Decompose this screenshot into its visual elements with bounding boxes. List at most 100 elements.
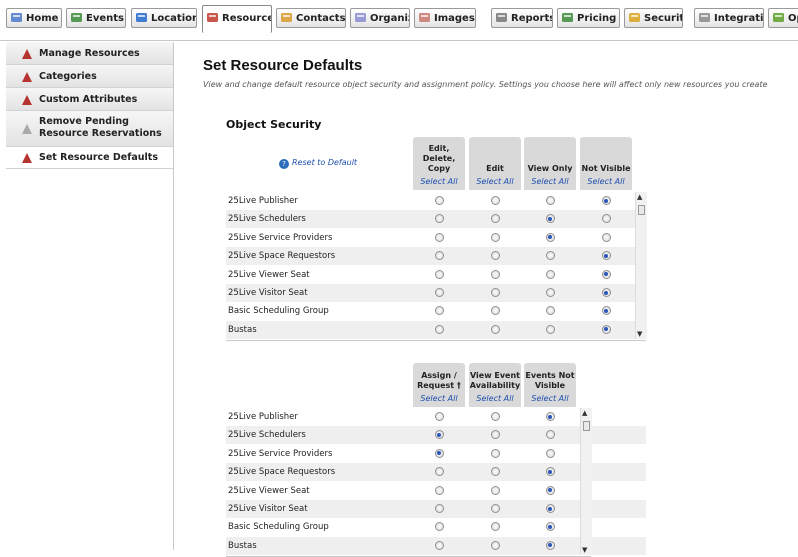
radio-button[interactable] <box>490 448 500 458</box>
radio-button[interactable] <box>490 251 500 261</box>
locations-icon <box>135 11 148 22</box>
radio-button[interactable] <box>490 504 500 513</box>
radio-button[interactable] <box>434 467 444 477</box>
radio-button[interactable] <box>601 306 611 316</box>
images-icon <box>418 11 431 22</box>
scroll-thumb[interactable] <box>583 421 590 431</box>
radio-button[interactable] <box>434 288 444 297</box>
select-all-link[interactable]: Select All <box>413 177 465 186</box>
radio-button[interactable] <box>434 196 444 205</box>
sidebar-item-manage-resources[interactable]: Manage Resources <box>6 42 173 65</box>
scroll-thumb[interactable] <box>638 205 645 215</box>
radio-button[interactable] <box>545 540 555 550</box>
radio-button[interactable] <box>545 485 555 495</box>
radio-button[interactable] <box>545 324 555 334</box>
radio-button[interactable] <box>434 448 444 458</box>
radio-button[interactable] <box>545 306 555 316</box>
radio-button[interactable] <box>434 214 444 224</box>
radio-button[interactable] <box>434 306 444 316</box>
select-all-link[interactable]: Select All <box>524 394 576 403</box>
radio-button[interactable] <box>490 306 500 316</box>
table-bottom-border <box>226 340 646 342</box>
select-all-link[interactable]: Select All <box>524 177 576 186</box>
table-row: 25Live Viewer Seat <box>226 266 646 284</box>
radio-button[interactable] <box>434 540 444 550</box>
radio-button[interactable] <box>545 214 555 224</box>
tab-contacts[interactable]: Contacts <box>276 8 346 28</box>
table-row: 25Live Visitor Seat <box>226 284 646 302</box>
radio-button[interactable] <box>545 430 555 440</box>
radio-button[interactable] <box>545 288 555 297</box>
radio-button[interactable] <box>601 232 611 242</box>
radio-button[interactable] <box>490 269 500 279</box>
radio-button[interactable] <box>601 214 611 224</box>
reset-to-default-link[interactable]: ? Reset to Default <box>279 158 357 169</box>
radio-button[interactable] <box>601 269 611 279</box>
radio-button[interactable] <box>434 485 444 495</box>
select-all-link[interactable]: Select All <box>580 177 632 186</box>
radio-button[interactable] <box>434 324 444 334</box>
radio-button[interactable] <box>490 214 500 224</box>
sidebar-item-label-line1: Remove Pending <box>39 116 129 127</box>
organizations-icon <box>354 11 367 22</box>
radio-button[interactable] <box>434 522 444 532</box>
row-label: Bustas <box>228 324 257 335</box>
tab-options[interactable]: Op <box>768 8 798 28</box>
radio-button[interactable] <box>545 448 555 458</box>
radio-button[interactable] <box>601 324 611 334</box>
column-header-label: Availability <box>469 381 521 390</box>
tab-integrations[interactable]: Integratio <box>694 8 764 28</box>
sidebar-item-remove-pending-resource-reservations[interactable]: Remove Pending Resource Reservations <box>6 111 173 147</box>
select-all-link[interactable]: Select All <box>469 177 521 186</box>
sidebar-item-custom-attributes[interactable]: Custom Attributes <box>6 88 173 111</box>
radio-button[interactable] <box>490 430 500 440</box>
radio-button[interactable] <box>601 196 611 205</box>
scroll-up-arrow-icon[interactable]: ▲ <box>582 409 587 417</box>
tab-home[interactable]: Home <box>6 8 62 28</box>
tab-locations[interactable]: Locations <box>131 8 197 28</box>
radio-button[interactable] <box>545 251 555 261</box>
scroll-down-arrow-icon[interactable]: ▼ <box>582 546 587 554</box>
scroll-down-arrow-icon[interactable]: ▼ <box>637 330 642 338</box>
radio-button[interactable] <box>434 232 444 242</box>
radio-button[interactable] <box>545 196 555 205</box>
select-all-link[interactable]: Select All <box>413 394 465 403</box>
radio-button[interactable] <box>434 269 444 279</box>
integrations-icon <box>698 11 711 22</box>
radio-button[interactable] <box>545 412 555 421</box>
radio-button[interactable] <box>490 467 500 477</box>
radio-button[interactable] <box>545 232 555 242</box>
tab-events[interactable]: Events <box>66 8 126 28</box>
radio-button[interactable] <box>545 522 555 532</box>
radio-button[interactable] <box>434 430 444 440</box>
tab-organizations[interactable]: Organizati <box>350 8 410 28</box>
radio-button[interactable] <box>490 196 500 205</box>
tab-security[interactable]: Security <box>624 8 683 28</box>
radio-button[interactable] <box>545 467 555 477</box>
radio-button[interactable] <box>434 251 444 261</box>
radio-button[interactable] <box>490 324 500 334</box>
radio-button[interactable] <box>490 540 500 550</box>
radio-button[interactable] <box>434 504 444 513</box>
scroll-up-arrow-icon[interactable]: ▲ <box>637 193 642 201</box>
radio-button[interactable] <box>490 232 500 242</box>
radio-button[interactable] <box>490 288 500 297</box>
tab-reports[interactable]: Reports <box>491 8 553 28</box>
radio-button[interactable] <box>545 269 555 279</box>
tab-images[interactable]: Images <box>414 8 476 28</box>
vertical-scrollbar[interactable]: ▲ ▼ <box>580 408 592 556</box>
resource-icon <box>22 71 32 85</box>
radio-button[interactable] <box>434 412 444 421</box>
radio-button[interactable] <box>545 504 555 513</box>
radio-button[interactable] <box>490 522 500 532</box>
radio-button[interactable] <box>601 288 611 297</box>
radio-button[interactable] <box>490 485 500 495</box>
radio-button[interactable] <box>601 251 611 261</box>
tab-pricing[interactable]: Pricing <box>557 8 620 28</box>
radio-button[interactable] <box>490 412 500 421</box>
sidebar-item-set-resource-defaults[interactable]: Set Resource Defaults <box>6 147 173 169</box>
tab-resources[interactable]: Resources <box>202 5 272 33</box>
vertical-scrollbar[interactable]: ▲ ▼ <box>635 192 647 340</box>
sidebar-item-categories[interactable]: Categories <box>6 65 173 88</box>
select-all-link[interactable]: Select All <box>469 394 521 403</box>
